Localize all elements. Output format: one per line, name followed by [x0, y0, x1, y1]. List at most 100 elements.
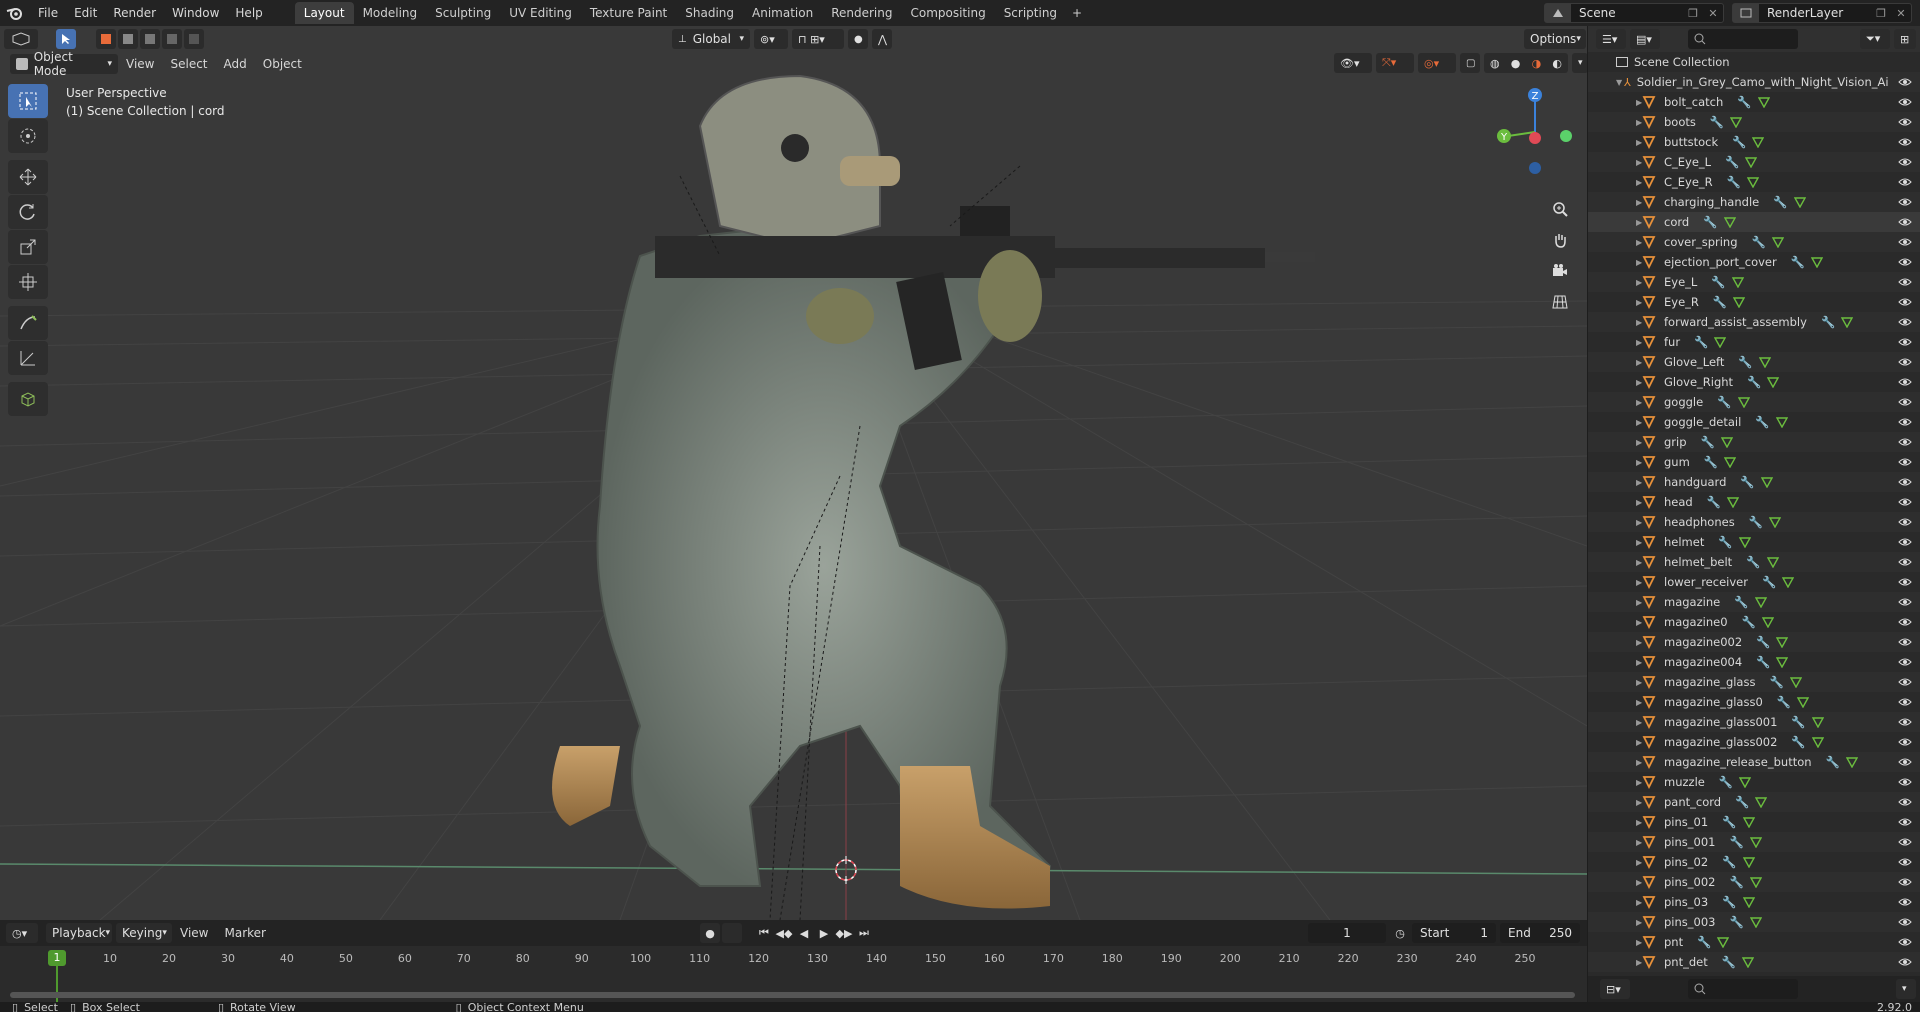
- mesh-data-icon[interactable]: [1731, 276, 1744, 288]
- proportional-editing-icon[interactable]: ●: [848, 29, 868, 49]
- menu-help[interactable]: Help: [227, 0, 270, 26]
- pivot-point-icon[interactable]: ⊚▾: [754, 29, 788, 49]
- timeline-ruler[interactable]: 1102030405060708090100110120130140150160…: [0, 946, 1587, 1002]
- eye-icon[interactable]: [1898, 635, 1912, 649]
- playhead[interactable]: 1: [48, 950, 66, 966]
- outliner-item[interactable]: ▶ charging_handle 🔧: [1588, 192, 1920, 212]
- modifier-wrench-icon[interactable]: 🔧: [1791, 255, 1805, 269]
- xray-toggle-icon[interactable]: ▢: [1460, 53, 1480, 73]
- playback-dropdown[interactable]: Playback ▾: [46, 923, 112, 943]
- mesh-data-icon[interactable]: [1737, 396, 1750, 408]
- eye-icon[interactable]: [1898, 815, 1912, 829]
- timeline-editor-type-icon[interactable]: ◷▾: [6, 923, 38, 943]
- eye-icon[interactable]: [1898, 695, 1912, 709]
- outliner-item[interactable]: ▶ C_Eye_R 🔧: [1588, 172, 1920, 192]
- eye-icon[interactable]: [1898, 795, 1912, 809]
- expand-arrow-icon[interactable]: ▶: [1636, 518, 1642, 527]
- expand-arrow-icon[interactable]: ▶: [1636, 618, 1642, 627]
- mesh-data-icon[interactable]: [1767, 376, 1780, 388]
- rotate-tool-icon[interactable]: [8, 195, 48, 229]
- next-keyframe-icon[interactable]: ◆▶: [834, 923, 854, 943]
- outliner-item[interactable]: ▶ goggle_detail 🔧: [1588, 412, 1920, 432]
- expand-arrow-icon[interactable]: ▶: [1636, 638, 1642, 647]
- tab-shading[interactable]: Shading: [676, 2, 743, 24]
- expand-arrow-icon[interactable]: ▶: [1636, 598, 1642, 607]
- modifier-wrench-icon[interactable]: 🔧: [1704, 455, 1718, 469]
- mesh-data-icon[interactable]: [1745, 156, 1758, 168]
- modifier-wrench-icon[interactable]: 🔧: [1769, 675, 1783, 689]
- outliner-item[interactable]: ▶ headphones 🔧: [1588, 512, 1920, 532]
- modifier-wrench-icon[interactable]: 🔧: [1752, 235, 1766, 249]
- eye-icon[interactable]: [1898, 415, 1912, 429]
- eye-icon[interactable]: [1898, 255, 1912, 269]
- play-icon[interactable]: ▶: [814, 923, 834, 943]
- outliner-item[interactable]: ▶ magazine004 🔧: [1588, 652, 1920, 672]
- clock-icon[interactable]: ◷: [1390, 923, 1410, 943]
- expand-arrow-icon[interactable]: ▶: [1636, 178, 1642, 187]
- outliner-item[interactable]: ▶ bolt_catch 🔧: [1588, 92, 1920, 112]
- expand-arrow-icon[interactable]: ▶: [1636, 218, 1642, 227]
- modifier-wrench-icon[interactable]: 🔧: [1710, 115, 1724, 129]
- scene-name[interactable]: Scene: [1571, 6, 1683, 20]
- expand-arrow-icon[interactable]: ▶: [1636, 478, 1642, 487]
- delete-scene-icon[interactable]: ✕: [1703, 7, 1723, 20]
- expand-arrow-icon[interactable]: ▶: [1636, 258, 1642, 267]
- modifier-wrench-icon[interactable]: 🔧: [1734, 595, 1748, 609]
- outliner-item[interactable]: ▶ pnt 🔧: [1588, 932, 1920, 952]
- outliner-item[interactable]: ▶ magazine0 🔧: [1588, 612, 1920, 632]
- expand-arrow-icon[interactable]: ▶: [1636, 498, 1642, 507]
- mesh-data-icon[interactable]: [1757, 96, 1770, 108]
- mesh-data-icon[interactable]: [1742, 956, 1755, 968]
- mesh-data-icon[interactable]: [1720, 436, 1733, 448]
- modifier-wrench-icon[interactable]: 🔧: [1711, 275, 1725, 289]
- eye-icon[interactable]: [1898, 115, 1912, 129]
- mesh-data-icon[interactable]: [1841, 316, 1854, 328]
- expand-arrow-icon[interactable]: ▶: [1636, 558, 1642, 567]
- viewport-menu-object[interactable]: Object: [255, 57, 310, 71]
- modifier-wrench-icon[interactable]: 🔧: [1727, 175, 1741, 189]
- eye-icon[interactable]: [1898, 335, 1912, 349]
- eye-icon[interactable]: [1898, 715, 1912, 729]
- eye-icon[interactable]: [1898, 535, 1912, 549]
- eye-icon[interactable]: [1898, 435, 1912, 449]
- current-frame-field[interactable]: 1: [1308, 923, 1386, 943]
- eye-icon[interactable]: [1898, 395, 1912, 409]
- rendered-shading-icon[interactable]: ◐: [1552, 57, 1562, 70]
- new-view-layer-icon[interactable]: ❐: [1871, 7, 1891, 20]
- outliner-item[interactable]: ▶ pins_002 🔧: [1588, 872, 1920, 892]
- outliner-item[interactable]: ▶ goggle 🔧: [1588, 392, 1920, 412]
- expand-arrow-icon[interactable]: ▼: [1616, 78, 1622, 87]
- expand-arrow-icon[interactable]: ▶: [1636, 858, 1642, 867]
- modifier-wrench-icon[interactable]: 🔧: [1722, 815, 1736, 829]
- modifier-wrench-icon[interactable]: 🔧: [1735, 795, 1749, 809]
- annotate-tool-icon[interactable]: [8, 306, 48, 340]
- modifier-wrench-icon[interactable]: 🔧: [1729, 875, 1743, 889]
- modifier-wrench-icon[interactable]: 🔧: [1756, 635, 1770, 649]
- select-mode-new-icon[interactable]: [96, 29, 116, 49]
- scale-tool-icon[interactable]: [8, 230, 48, 264]
- eye-icon[interactable]: [1898, 915, 1912, 929]
- eye-icon[interactable]: [1898, 75, 1912, 89]
- expand-arrow-icon[interactable]: ▶: [1636, 198, 1642, 207]
- outliner-item[interactable]: ▶ boots 🔧: [1588, 112, 1920, 132]
- outliner-item[interactable]: ▶ pins_001 🔧: [1588, 832, 1920, 852]
- gizmo-neg-y-axis[interactable]: [1560, 130, 1572, 142]
- mesh-data-icon[interactable]: [1760, 476, 1773, 488]
- modifier-wrench-icon[interactable]: 🔧: [1755, 415, 1769, 429]
- tab-modeling[interactable]: Modeling: [354, 2, 427, 24]
- shading-options-icon[interactable]: ▾: [1572, 53, 1587, 73]
- perspective-toggle-icon[interactable]: [1548, 289, 1572, 315]
- modifier-wrench-icon[interactable]: 🔧: [1719, 775, 1733, 789]
- modifier-wrench-icon[interactable]: 🔧: [1742, 615, 1756, 629]
- gizmo-toggle-icon[interactable]: ⤧▾: [1376, 53, 1414, 73]
- navigation-gizmo[interactable]: Z Y: [1480, 86, 1580, 186]
- filter-icon[interactable]: ⏷▾: [1860, 29, 1890, 49]
- eye-icon[interactable]: [1898, 495, 1912, 509]
- add-cube-tool-icon[interactable]: [8, 382, 48, 416]
- eye-icon[interactable]: [1898, 175, 1912, 189]
- outliner-item[interactable]: ▶ Eye_L 🔧: [1588, 272, 1920, 292]
- shading-modes[interactable]: ◍ ● ◑ ◐: [1484, 53, 1568, 73]
- expand-arrow-icon[interactable]: ▶: [1636, 158, 1642, 167]
- mesh-data-icon[interactable]: [1771, 236, 1784, 248]
- outliner-item[interactable]: ▶ Eye_R 🔧: [1588, 292, 1920, 312]
